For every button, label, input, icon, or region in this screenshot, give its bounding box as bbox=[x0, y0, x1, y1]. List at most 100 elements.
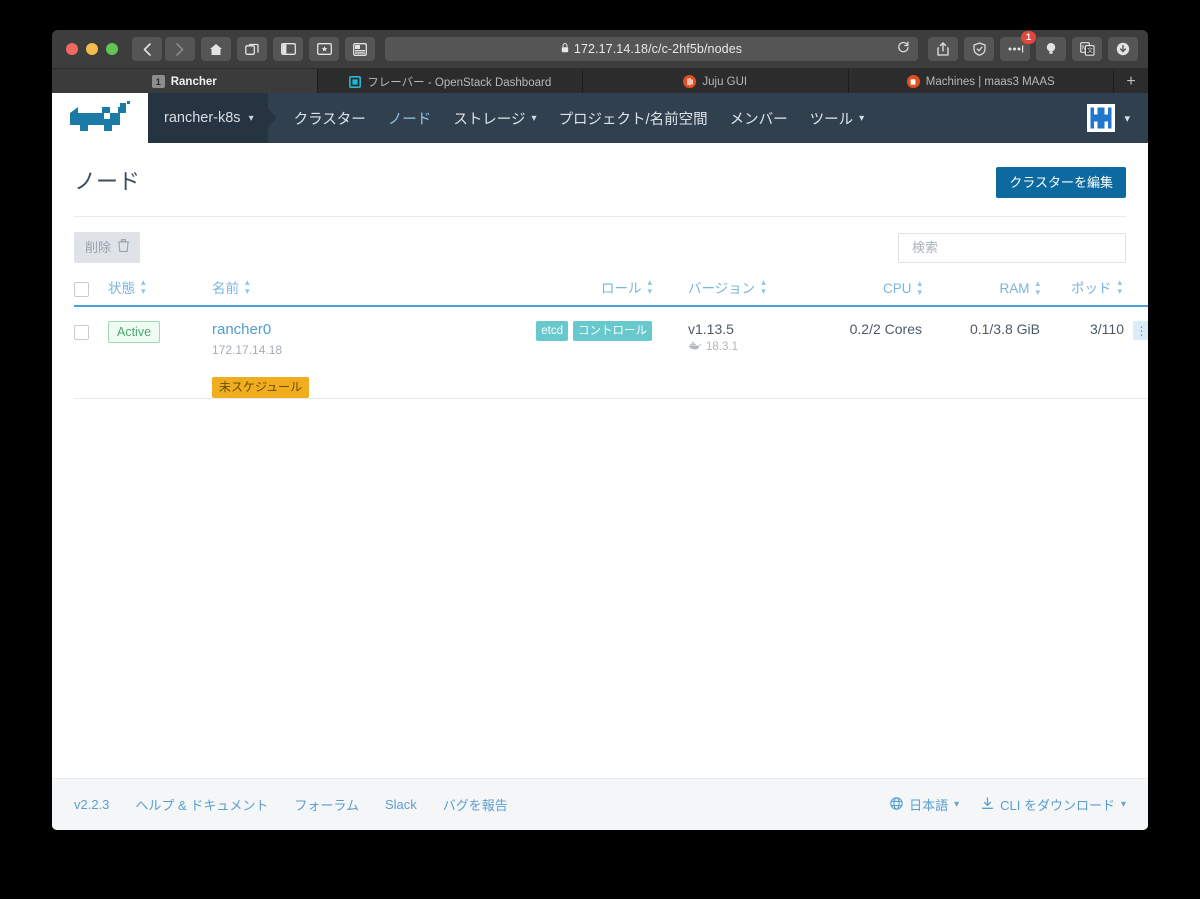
table-header: 状態 ▴ ▾ 名前 ▴ ▾ ロール ▴ ▾ バージョン ▴ ▾ CPU ▴ ▾ … bbox=[74, 277, 1148, 307]
edit-cluster-button[interactable]: クラスターを編集 bbox=[996, 167, 1126, 198]
delete-button[interactable]: 削除 bbox=[74, 232, 141, 263]
tab-title: フレーバー - OpenStack Dashboard bbox=[367, 76, 552, 89]
translate-icon[interactable]: M文 bbox=[1072, 37, 1102, 61]
sort-arrows-icon: ▴ ▾ bbox=[1035, 278, 1040, 297]
chevron-down-icon: ▾ bbox=[531, 112, 537, 124]
cluster-selector[interactable]: rancher-k8s ▾ bbox=[148, 93, 268, 143]
cli-download-selector[interactable]: CLI をダウンロード ▾ bbox=[981, 795, 1126, 814]
footer-link-docs[interactable]: ヘルプ & ドキュメント bbox=[135, 795, 268, 814]
tab-groups-icon[interactable] bbox=[345, 37, 375, 61]
quick-buttons bbox=[201, 37, 267, 61]
lightbulb-icon[interactable] bbox=[1036, 37, 1066, 61]
lock-icon bbox=[561, 42, 569, 56]
nav-item-members[interactable]: メンバー bbox=[730, 108, 788, 129]
col-state[interactable]: 状態 ▴ ▾ bbox=[108, 277, 212, 307]
reading-list-icon[interactable] bbox=[309, 37, 339, 61]
footer-right: 日本語 ▾ CLI をダウンロード ▾ bbox=[890, 795, 1126, 814]
tab-title: Machines | maas3 MAAS bbox=[925, 75, 1055, 88]
row-checkbox[interactable] bbox=[74, 325, 89, 340]
browser-tab-juju[interactable]: Juju GUI bbox=[583, 69, 849, 94]
sidebar-icon[interactable] bbox=[273, 37, 303, 61]
browser-tab-openstack[interactable]: フレーバー - OpenStack Dashboard bbox=[318, 69, 583, 94]
minimize-window-button[interactable] bbox=[86, 43, 98, 55]
language-label: 日本語 bbox=[909, 798, 949, 813]
reload-icon[interactable] bbox=[897, 41, 910, 57]
col-name[interactable]: 名前 ▴ ▾ bbox=[212, 277, 542, 307]
col-ram[interactable]: RAM ▴ ▾ bbox=[922, 277, 1040, 307]
chevron-down-icon: ▾ bbox=[1120, 799, 1126, 810]
juju-icon bbox=[683, 75, 697, 88]
role-badge-control: コントロール bbox=[573, 321, 652, 341]
sort-arrows-icon: ▴ ▾ bbox=[1117, 277, 1122, 296]
col-pods[interactable]: ポッド ▴ ▾ bbox=[1040, 277, 1148, 307]
footer-link-forums[interactable]: フォーラム bbox=[294, 795, 359, 814]
nav-label: プロジェクト/名前空間 bbox=[558, 111, 708, 128]
cluster-name: rancher-k8s bbox=[164, 110, 241, 126]
node-ip: 172.17.14.18 bbox=[212, 343, 283, 357]
col-version[interactable]: バージョン ▴ ▾ bbox=[652, 277, 802, 307]
nav-links: クラスター ノード ストレージ ▾ プロジェクト/名前空間 メンバー ツール ▾ bbox=[268, 93, 1088, 143]
row-ram-cell: 0.1/3.8 GiB bbox=[922, 306, 1040, 399]
status-badge: Active bbox=[108, 321, 161, 343]
download-icon[interactable] bbox=[1108, 37, 1138, 61]
tab-overview-icon[interactable] bbox=[237, 37, 267, 61]
nav-item-projects-namespaces[interactable]: プロジェクト/名前空間 bbox=[559, 108, 708, 129]
nav-item-nodes[interactable]: ノード bbox=[388, 108, 432, 129]
col-cpu[interactable]: CPU ▴ ▾ bbox=[802, 277, 922, 307]
maximize-window-button[interactable] bbox=[106, 43, 118, 55]
nav-label: ツール bbox=[809, 111, 854, 128]
footer-version[interactable]: v2.2.3 bbox=[74, 797, 109, 812]
footer-link-file-an-issue[interactable]: バグを報告 bbox=[443, 795, 508, 814]
nav-buttons bbox=[132, 37, 195, 61]
search-input[interactable] bbox=[910, 239, 1114, 256]
home-icon[interactable] bbox=[201, 37, 231, 61]
share-icon[interactable] bbox=[928, 37, 958, 61]
view-buttons bbox=[273, 37, 375, 61]
footer-link-slack[interactable]: Slack bbox=[385, 797, 417, 812]
address-bar[interactable]: 172.17.14.18/c/c-2hf5b/nodes bbox=[385, 37, 918, 61]
search-box[interactable] bbox=[898, 232, 1126, 263]
nav-item-clusters[interactable]: クラスター bbox=[294, 108, 366, 129]
toolbar-actions: 1 M文 bbox=[928, 31, 1138, 61]
nodes-table: 状態 ▴ ▾ 名前 ▴ ▾ ロール ▴ ▾ バージョン ▴ ▾ CPU ▴ ▾ … bbox=[74, 277, 1148, 399]
close-window-button[interactable] bbox=[66, 43, 78, 55]
col-name-label: 名前 bbox=[212, 281, 239, 296]
shield-icon[interactable] bbox=[964, 37, 994, 61]
delete-label: 削除 bbox=[85, 239, 112, 255]
table-header-row: 状態 ▴ ▾ 名前 ▴ ▾ ロール ▴ ▾ バージョン ▴ ▾ CPU ▴ ▾ … bbox=[74, 277, 1148, 307]
browser-tab-maas[interactable]: Machines | maas3 MAAS bbox=[849, 69, 1114, 94]
select-all-checkbox[interactable] bbox=[74, 282, 89, 297]
chevron-down-icon: ▾ bbox=[859, 112, 865, 124]
cli-label: CLI をダウンロード bbox=[1000, 798, 1115, 813]
sort-arrows-icon: ▴ ▾ bbox=[245, 277, 250, 296]
extension-badge: 1 bbox=[1021, 31, 1036, 44]
table-body: Active rancher0 172.17.14.18 未スケジュール etc… bbox=[74, 306, 1148, 399]
number-badge-icon: 1 bbox=[151, 75, 165, 88]
nav-item-storage[interactable]: ストレージ ▾ bbox=[453, 108, 536, 129]
node-name-link[interactable]: rancher0 bbox=[212, 321, 542, 339]
more-dots-icon[interactable]: 1 bbox=[1000, 31, 1036, 61]
url-value: 172.17.14.18/c/c-2hf5b/nodes bbox=[573, 42, 743, 56]
browser-tab-rancher[interactable]: 1 Rancher bbox=[52, 69, 318, 94]
svg-text:文: 文 bbox=[1087, 47, 1093, 55]
chevron-down-icon: ▾ bbox=[248, 112, 254, 124]
row-name-cell: rancher0 172.17.14.18 未スケジュール bbox=[212, 306, 542, 399]
sort-arrows-icon: ▴ ▾ bbox=[917, 278, 922, 297]
language-selector[interactable]: 日本語 ▾ bbox=[890, 795, 959, 814]
tab-title: Rancher bbox=[170, 75, 217, 88]
docker-version: 18.3.1 bbox=[706, 341, 738, 353]
table-row[interactable]: Active rancher0 172.17.14.18 未スケジュール etc… bbox=[74, 306, 1148, 399]
pods-value: 3/110 bbox=[1090, 321, 1124, 337]
rancher-cow-logo[interactable] bbox=[52, 93, 148, 143]
row-select-cell bbox=[74, 306, 108, 399]
window-controls[interactable] bbox=[66, 43, 118, 55]
user-menu[interactable]: ▾ bbox=[1087, 93, 1148, 143]
col-role-label: ロール bbox=[600, 281, 642, 296]
row-pods-cell: 3/110 ⋮ bbox=[1040, 306, 1148, 399]
tab-strip: 1 Rancher フレーバー - OpenStack Dashboard Ju… bbox=[52, 69, 1148, 95]
col-role[interactable]: ロール ▴ ▾ bbox=[542, 277, 652, 307]
back-icon[interactable] bbox=[132, 37, 162, 61]
kebab-menu-icon[interactable]: ⋮ bbox=[1133, 321, 1148, 340]
nav-item-tools[interactable]: ツール ▾ bbox=[810, 108, 865, 129]
plus-icon[interactable]: + bbox=[1114, 69, 1148, 94]
